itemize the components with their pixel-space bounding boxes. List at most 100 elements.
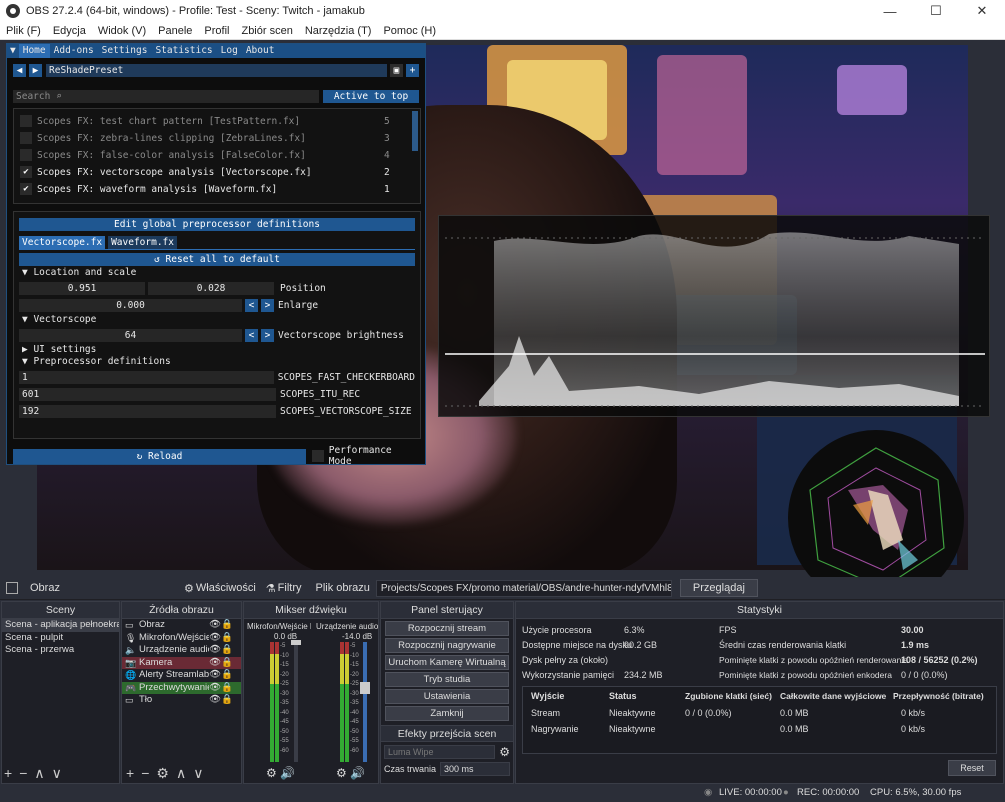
prev-preset-icon[interactable]: ◀ [13, 64, 26, 77]
virtual-camera-button[interactable]: Uruchom Kamerę Wirtualną [385, 655, 509, 670]
move-down-icon[interactable]: ∨ [193, 765, 210, 781]
source-item[interactable]: 🌐 Alerty Streamlabs 👁 🔒 [122, 669, 241, 682]
checkbox[interactable] [20, 132, 32, 144]
source-item[interactable]: ▭ Obraz 👁 🔒 [122, 619, 241, 632]
file-path-field[interactable]: Projects/Scopes FX/promo material/OBS/an… [375, 579, 672, 597]
search-input[interactable]: Search ⌕ [13, 90, 319, 103]
checkbox-checked[interactable]: ✔ [20, 183, 32, 195]
reset-all-button[interactable]: ↺ Reset all to default [19, 253, 415, 266]
speaker-icon[interactable]: 🔊 [350, 766, 365, 780]
vectorscope-header[interactable]: Vectorscope [33, 314, 96, 325]
gear-icon[interactable]: ⚙ [156, 765, 176, 781]
reload-button[interactable]: ↻ Reload [13, 448, 306, 464]
source-item[interactable]: ▭ Tło 👁 🔒 [122, 694, 241, 707]
eye-icon[interactable]: 👁 [209, 657, 221, 670]
save-preset-icon[interactable]: ▣ [390, 64, 403, 77]
start-stream-button[interactable]: Rozpocznij stream [385, 621, 509, 636]
studio-mode-button[interactable]: Tryb studia [385, 672, 509, 687]
checkbox-checked[interactable]: ✔ [20, 166, 32, 178]
slider-handle[interactable] [291, 640, 301, 645]
eye-icon[interactable]: 👁 [209, 694, 221, 707]
transition-select[interactable]: Luma Wipe [384, 745, 496, 759]
effect-item[interactable]: Scopes FX: false-color analysis [FalseCo… [20, 149, 404, 161]
collapse-arrow-icon[interactable]: ▼ [7, 44, 19, 58]
checkbox[interactable] [20, 149, 32, 161]
effect-item[interactable]: ✔ Scopes FX: vectorscope analysis [Vector… [20, 166, 404, 178]
menu-profile[interactable]: Profil [198, 25, 235, 37]
position-y-field[interactable]: 0.028 [148, 282, 274, 295]
volume-slider[interactable] [360, 642, 370, 762]
properties-button[interactable]: Właściwości [196, 582, 256, 594]
filter-icon[interactable]: ⚗ [266, 582, 276, 595]
edit-global-defs-button[interactable]: Edit global preprocessor definitions [19, 218, 415, 231]
move-up-icon[interactable]: ∧ [176, 765, 193, 781]
tab-addons[interactable]: Add-ons [50, 44, 98, 58]
increase-icon[interactable]: > [261, 299, 274, 312]
next-preset-icon[interactable]: ▶ [29, 64, 42, 77]
minimize-button[interactable]: — [867, 0, 913, 22]
source-item[interactable]: 🎙Mikrofon/Wejście liniowe👁🔒 [122, 632, 241, 645]
brightness-slider[interactable]: 64 [19, 329, 242, 342]
enlarge-slider[interactable]: 0.000 [19, 299, 242, 312]
tab-log[interactable]: Log [217, 44, 242, 58]
move-down-icon[interactable]: ∨ [52, 765, 69, 781]
eye-icon[interactable]: 👁 [209, 644, 221, 657]
lock-icon[interactable]: 🔒 [221, 632, 233, 645]
maximize-button[interactable]: ☐ [913, 0, 959, 22]
define-value-field[interactable]: 192 [19, 405, 276, 418]
tab-statistics[interactable]: Statistics [151, 44, 216, 58]
browse-button[interactable]: Przeglądaj [679, 579, 758, 597]
settings-button[interactable]: Ustawienia [385, 689, 509, 704]
add-icon[interactable]: + [126, 765, 141, 781]
checkbox[interactable] [20, 115, 32, 127]
tab-home[interactable]: Home [18, 44, 50, 58]
decrease-icon[interactable]: < [245, 329, 258, 342]
source-item[interactable]: 📷 Kamera 👁 🔒 [122, 656, 241, 670]
volume-slider[interactable] [291, 640, 301, 762]
source-item[interactable]: 🎮 Przechwytywanie 👁 🔒 [122, 681, 241, 695]
close-button[interactable]: ✕ [959, 0, 1005, 22]
menu-edit[interactable]: Edycja [47, 25, 92, 37]
tab-waveform-fx[interactable]: Waveform.fx [108, 236, 177, 249]
start-recording-button[interactable]: Rozpocznij nagrywanie [385, 638, 509, 653]
effect-item[interactable]: Scopes FX: zebra-lines clipping [ZebraLi… [20, 132, 404, 144]
menu-scene-collection[interactable]: Zbiór scen [235, 25, 298, 37]
performance-mode-checkbox[interactable] [311, 450, 324, 462]
filters-button[interactable]: Filtry [278, 582, 302, 594]
move-up-icon[interactable]: ∧ [34, 765, 51, 781]
lock-icon[interactable]: 🔒 [221, 682, 233, 695]
effect-list-scrollbar[interactable] [412, 111, 418, 151]
effect-item[interactable]: ✔ Scopes FX: waveform analysis [Waveform.… [20, 183, 404, 195]
location-scale-header[interactable]: Location and scale [33, 267, 136, 278]
gear-icon[interactable]: ⚙ [336, 766, 347, 780]
gear-icon[interactable]: ⚙ [266, 766, 277, 780]
lock-icon[interactable]: 🔒 [221, 669, 233, 682]
eye-icon[interactable]: 👁 [209, 669, 221, 682]
scene-item[interactable]: Scena - przerwa [2, 644, 119, 657]
remove-icon[interactable]: − [19, 765, 34, 781]
eye-icon[interactable]: 👁 [209, 682, 221, 695]
eye-icon[interactable]: 👁 [209, 619, 221, 632]
tab-about[interactable]: About [242, 44, 279, 58]
scene-item[interactable]: Scena - pulpit [2, 632, 119, 645]
increase-icon[interactable]: > [261, 329, 274, 342]
menu-view[interactable]: Widok (V) [92, 25, 152, 37]
decrease-icon[interactable]: < [245, 299, 258, 312]
gear-icon[interactable]: ⚙ [499, 745, 510, 759]
menu-docks[interactable]: Panele [152, 25, 198, 37]
define-value-field[interactable]: 601 [19, 388, 276, 401]
lock-icon[interactable]: 🔒 [221, 657, 233, 670]
speaker-icon[interactable]: 🔊 [280, 766, 295, 780]
remove-icon[interactable]: − [141, 765, 156, 781]
tab-vectorscope-fx[interactable]: Vectorscope.fx [19, 236, 106, 249]
lock-icon[interactable]: 🔒 [221, 644, 233, 657]
preset-name[interactable]: ReShadePreset [46, 64, 387, 77]
exit-button[interactable]: Zamknij [385, 706, 509, 721]
eye-icon[interactable]: 👁 [209, 632, 221, 645]
scene-item[interactable]: Scena - aplikacja pełnoekranowa [2, 619, 119, 632]
menu-help[interactable]: Pomoc (H) [377, 25, 442, 37]
effect-item[interactable]: Scopes FX: test chart pattern [TestPatte… [20, 115, 404, 127]
source-item[interactable]: 🔈 Urządzenie audio 👁 🔒 [122, 644, 241, 657]
lock-icon[interactable]: 🔒 [221, 694, 233, 707]
active-to-top-button[interactable]: Active to top [323, 90, 419, 103]
